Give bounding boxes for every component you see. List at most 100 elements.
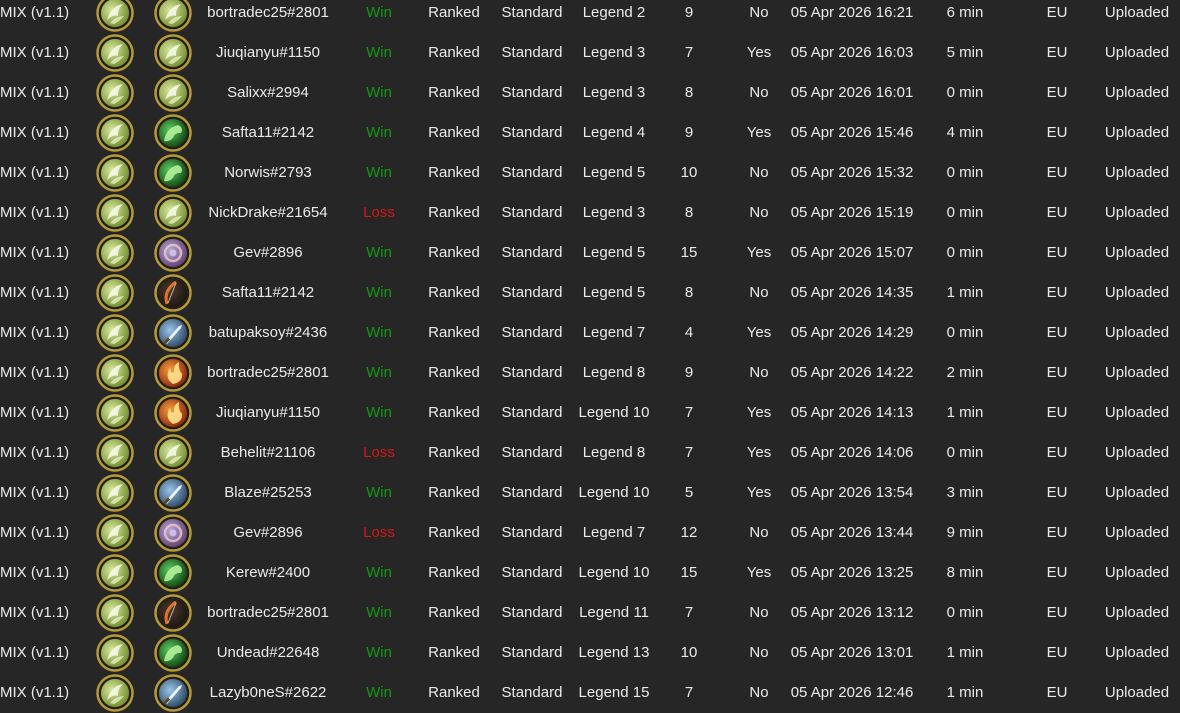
turn-count: 7 [684,44,694,61]
game-mode: Ranked [428,444,480,461]
upload-status: Uploaded [1104,524,1170,541]
game-duration: 4 min [946,124,984,141]
game-timestamp: 05 Apr 2026 12:46 [790,684,914,701]
deck-name: MIX (v1.1) [0,644,70,661]
opponent-name: Jiuqianyu#1150 [216,44,320,61]
table-row[interactable]: MIX (v1.1) bortradec25#2801 Win Ranked Stand… [0,593,1180,633]
table-row[interactable]: MIX (v1.1) Undead#22648 Win Ranked Standard L… [0,633,1180,673]
deck-name: MIX (v1.1) [0,404,70,421]
coin-flag: Yes [746,124,772,141]
druid-hero-icon [96,153,134,193]
turn-count: 12 [680,524,698,541]
fire-hero-icon [154,393,192,433]
game-format: Standard [501,124,563,141]
result-label: Win [366,284,392,301]
region-label: EU [1046,484,1068,501]
druid-hero-icon [96,673,134,713]
game-format: Standard [501,484,563,501]
table-row[interactable]: MIX (v1.1) Jiuqianyu#1150 Win Ranked Standar… [0,33,1180,73]
table-row[interactable]: MIX (v1.1) Behelit#21106 Loss Ranked Standar… [0,433,1180,473]
turn-count: 10 [680,164,698,181]
deck-name: MIX (v1.1) [0,484,70,501]
coin-flag: Yes [746,564,772,581]
table-row[interactable]: MIX (v1.1) Kerew#2400 Win Ranked Standard Leg… [0,553,1180,593]
table-row[interactable]: MIX (v1.1) NickDrake#21654 Loss Ranked Stand… [0,193,1180,233]
upload-status: Uploaded [1104,604,1170,621]
deck-name: MIX (v1.1) [0,284,70,301]
turn-count: 9 [684,124,694,141]
upload-status: Uploaded [1104,364,1170,381]
upload-status: Uploaded [1104,4,1170,21]
rank-value: Legend 8 [582,444,646,461]
green-dragon-hero-icon [154,113,192,153]
coin-flag: No [749,84,769,101]
region-label: EU [1046,204,1068,221]
table-row[interactable]: MIX (v1.1) Safta11#2142 Win Ranked Standard L… [0,273,1180,313]
result-label: Win [366,324,392,341]
turn-count: 9 [684,364,694,381]
opponent-name: bortradec25#2801 [207,4,329,21]
result-label: Win [366,44,392,61]
result-label: Win [366,484,392,501]
opponent-name: Lazyb0neS#2622 [209,684,327,701]
turn-count: 7 [684,404,694,421]
result-label: Loss [363,204,395,221]
table-row[interactable]: MIX (v1.1) Safta11#2142 Win Ranked Standard L… [0,113,1180,153]
game-mode: Ranked [428,604,480,621]
table-row[interactable]: MIX (v1.1) bortradec25#2801 Win Ranked Stand… [0,0,1180,33]
game-timestamp: 05 Apr 2026 13:54 [790,484,914,501]
rank-value: Legend 5 [582,284,646,301]
table-row[interactable]: MIX (v1.1) Salixx#2994 Win Ranked Standard Le… [0,73,1180,113]
game-mode: Ranked [428,324,480,341]
druid-hero-icon [96,273,134,313]
game-mode: Ranked [428,564,480,581]
druid-hero-icon [96,593,134,633]
region-label: EU [1046,524,1068,541]
game-duration: 6 min [946,4,984,21]
game-format: Standard [501,204,563,221]
region-label: EU [1046,124,1068,141]
table-row[interactable]: MIX (v1.1) Gev#2896 Loss Ranked Standard Lege… [0,513,1180,553]
rank-value: Legend 13 [578,644,650,661]
table-row[interactable]: MIX (v1.1) Norwis#2793 Win Ranked Standard Le… [0,153,1180,193]
table-row[interactable]: MIX (v1.1) batupaksoy#2436 Win Ranked Standa… [0,313,1180,353]
game-duration: 3 min [946,484,984,501]
game-format: Standard [501,644,563,661]
upload-status: Uploaded [1104,244,1170,261]
arcane-hero-icon [154,513,192,553]
game-mode: Ranked [428,404,480,421]
deck-name: MIX (v1.1) [0,244,70,261]
result-label: Win [366,644,392,661]
turn-count: 8 [684,204,694,221]
table-row[interactable]: MIX (v1.1) bortradec25#2801 Win Ranked Stand… [0,353,1180,393]
game-format: Standard [501,84,563,101]
table-row[interactable]: MIX (v1.1) Gev#2896 Win Ranked Standard Legen… [0,233,1180,273]
table-row[interactable]: MIX (v1.1) Jiuqianyu#1150 Win Ranked Standar… [0,393,1180,433]
result-label: Loss [363,444,395,461]
deck-name: MIX (v1.1) [0,684,70,701]
turn-count: 7 [684,684,694,701]
game-duration: 0 min [946,244,984,261]
turn-count: 9 [684,4,694,21]
deck-name: MIX (v1.1) [0,44,70,61]
game-timestamp: 05 Apr 2026 13:44 [790,524,914,541]
game-mode: Ranked [428,284,480,301]
coin-flag: Yes [746,484,772,501]
turn-count: 8 [684,84,694,101]
coin-flag: No [749,164,769,181]
game-timestamp: 05 Apr 2026 16:01 [790,84,914,101]
druid-hero-icon [154,73,192,113]
game-format: Standard [501,4,563,21]
result-label: Win [366,404,392,421]
table-row[interactable]: MIX (v1.1) Blaze#25253 Win Ranked Standard Le… [0,473,1180,513]
table-row[interactable]: MIX (v1.1) Lazyb0neS#2622 Win Ranked Standar… [0,673,1180,713]
region-label: EU [1046,4,1068,21]
region-label: EU [1046,564,1068,581]
game-duration: 9 min [946,524,984,541]
deck-name: MIX (v1.1) [0,564,70,581]
region-label: EU [1046,604,1068,621]
upload-status: Uploaded [1104,324,1170,341]
game-format: Standard [501,404,563,421]
region-label: EU [1046,44,1068,61]
deck-name: MIX (v1.1) [0,444,70,461]
